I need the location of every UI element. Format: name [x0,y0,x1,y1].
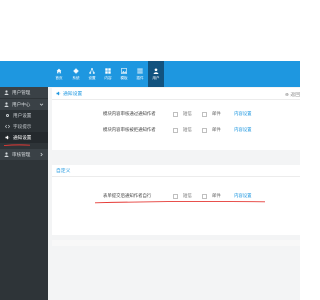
option-label: 邮件 [212,112,221,117]
chevron-down-icon [39,103,44,106]
volume-icon [56,91,61,96]
list-icon [137,68,143,74]
annotation-underline [94,201,266,204]
sidebar-section-review[interactable]: 审核管理 [0,149,48,160]
nav-label: 首页 [55,76,63,80]
option-label: 邮件 [212,128,221,133]
user-icon [4,152,9,157]
sidebar-item-label: 通知设置 [13,135,32,141]
nav-item-content[interactable]: 内容 [100,61,116,87]
email-option[interactable]: 邮件 [202,127,221,133]
panel-header: 通知设置 ⊕ 返回 [52,88,300,100]
code-icon [5,124,10,129]
sidebar-item-label: 字段提示 [13,124,32,130]
sidebar-section-user-center[interactable]: 用户中心 [0,99,48,110]
nav-item-system[interactable]: 系统 [68,61,84,87]
sidebar-section-label: 用户管理 [12,90,31,96]
setting-description: 模块内容审核被拒通知作者 [103,128,156,133]
back-button[interactable]: ⊕ 返回 [285,91,300,98]
sms-checkbox[interactable] [173,127,178,133]
content-settings-link[interactable]: 内容设置 [234,193,252,199]
panel-header: 自定义 [52,165,300,177]
section-title: 自定义 [56,169,71,174]
sms-checkbox[interactable] [173,193,178,199]
nav-label: 系统 [72,76,80,80]
image-icon [121,68,127,74]
nav-item-user[interactable]: 用户 [148,61,164,87]
email-checkbox[interactable] [202,127,207,133]
sms-checkbox[interactable] [173,111,178,117]
user-icon [4,102,9,107]
sidebar-item-user-settings[interactable]: 用户设置 [0,110,48,121]
sidebar-section-label: 审核管理 [12,152,31,158]
sms-option[interactable]: 短信 [173,111,192,117]
nav-label: 设置 [88,76,96,80]
option-label: 短信 [183,194,192,199]
setting-description: 模块内容审核通过通知作者 [103,112,156,117]
option-label: 邮件 [212,194,221,199]
sms-option[interactable]: 短信 [173,193,192,199]
email-option[interactable]: 邮件 [202,111,221,117]
nav-item-home[interactable]: 首页 [51,61,67,87]
page-title: 通知设置 [63,92,83,97]
gear-icon [6,114,9,117]
user-icon [153,68,159,74]
main-content: 通知设置 ⊕ 返回 模块内容审核通过通知作者 短信 邮件 内容设置 模块内容审核… [48,87,300,300]
content-settings-link[interactable]: 内容设置 [234,127,252,133]
annotation-underline [3,144,31,147]
nav-item-settings[interactable]: 设置 [84,61,100,87]
setting-description: 表单提交后通知作者自行 [103,194,152,199]
email-option[interactable]: 邮件 [202,193,221,199]
setting-row: 模块内容审核被拒通知作者 短信 邮件 内容设置 [103,126,283,134]
option-label: 短信 [183,128,192,133]
sidebar-item-label: 用户设置 [13,113,32,119]
home-icon [56,68,62,74]
nav-item-plugins[interactable]: 插件 [132,61,148,87]
grid-icon [105,68,111,74]
nav-label: 模板 [120,76,128,80]
email-checkbox[interactable] [202,111,207,117]
content-settings-link[interactable]: 内容设置 [234,111,252,117]
sidebar-section-user-management[interactable]: 用户管理 [0,87,48,98]
nav-label: 内容 [104,76,112,80]
notification-settings-panel: 通知设置 ⊕ 返回 模块内容审核通过通知作者 短信 邮件 内容设置 模块内容审核… [52,88,300,150]
sidebar-item-field-hints[interactable]: 字段提示 [0,121,48,132]
sidebar-section-label: 用户中心 [12,102,31,108]
nav-label: 用户 [152,76,160,80]
back-label: 返回 [290,93,300,98]
user-icon [4,90,9,95]
panel-footer-strip [52,240,300,246]
nav-label: 插件 [136,76,144,80]
nav-item-template[interactable]: 模板 [116,61,132,87]
option-label: 短信 [183,112,192,117]
chevron-right-icon [40,152,43,157]
email-checkbox[interactable] [202,193,207,199]
gear-icon [73,68,79,74]
top-navigation-bar: 首页 系统 设置 内容 模板 插件 用户 [0,61,300,87]
sidebar-item-notification-settings[interactable]: 通知设置 [0,132,48,143]
volume-icon [5,135,10,140]
sms-option[interactable]: 短信 [173,127,192,133]
setting-row: 表单提交后通知作者自行 短信 邮件 内容设置 [103,192,283,200]
sitemap-icon [89,68,95,74]
setting-row: 模块内容审核通过通知作者 短信 邮件 内容设置 [103,110,283,118]
sidebar: 用户管理 用户中心 用户设置 字段提示 通知设置 审核管理 [0,87,48,300]
